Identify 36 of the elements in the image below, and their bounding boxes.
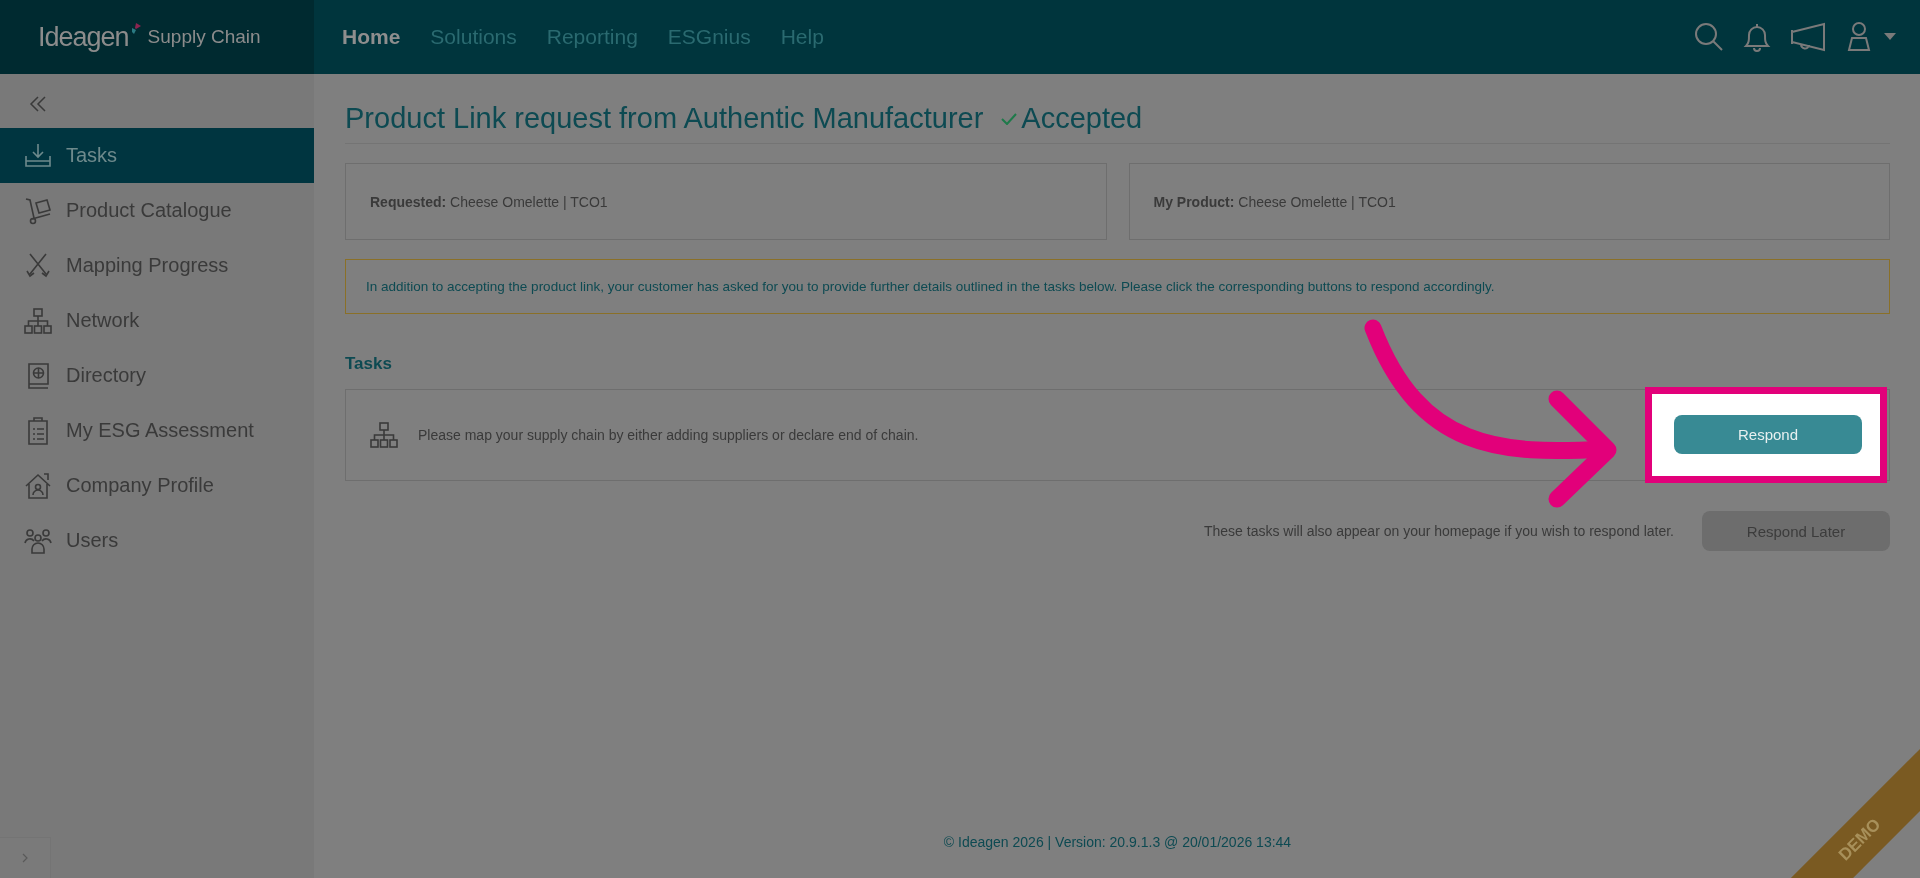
network-icon <box>370 421 398 449</box>
sidebar-item[interactable]: Directory <box>0 348 314 403</box>
trolley-icon <box>24 196 52 225</box>
house-icon <box>24 471 52 500</box>
sidebar-item[interactable]: Users <box>0 513 314 568</box>
collapse-icon[interactable] <box>28 96 48 112</box>
later-note: These tasks will also appear on your homepage if you wish to respond later. <box>1203 523 1674 539</box>
tray-icon <box>24 141 52 170</box>
logo[interactable]: Ideagen Supply Chain <box>0 0 314 74</box>
bell-icon[interactable] <box>1742 22 1772 52</box>
check-icon <box>1001 112 1018 125</box>
sidebar-item[interactable]: Mapping Progress <box>0 238 314 293</box>
sidebar-item[interactable]: Company Profile <box>0 458 314 513</box>
nav-link[interactable]: Home <box>342 25 401 49</box>
task-text: Please map your supply chain by either adding suppliers or declare end of chain. <box>418 427 919 443</box>
detail-text: My Product: Cheese Omelette | TCO1 <box>1153 193 1396 210</box>
sidebar-item[interactable]: Tasks <box>0 128 314 183</box>
sidebar-item[interactable]: My ESG Assessment <box>0 403 314 458</box>
tasks-heading: Tasks <box>345 354 393 374</box>
caret-icon[interactable] <box>1884 33 1896 41</box>
chevron-icon <box>21 852 29 864</box>
notice-text: In addition to accepting the product link, your customer has asked for you to provide further details outlined in the tasks below. Please click the corresponding buttons to respond accordingly. <box>366 279 1495 294</box>
respond-button[interactable]: Respond <box>1674 415 1862 454</box>
logo-product: Supply Chain <box>147 26 261 48</box>
page-title: Product Link request from Authentic Manufacturer <box>345 102 984 135</box>
status-text: Accepted <box>1021 102 1143 135</box>
logo-brand: Ideagen <box>38 21 129 53</box>
users-icon <box>24 526 52 555</box>
network-icon <box>24 306 52 335</box>
sidebar-item[interactable]: Product Catalogue <box>0 183 314 238</box>
detail-text: Requested: Cheese Omelette | TCO1 <box>370 193 608 210</box>
megaphone-icon[interactable] <box>1790 22 1826 52</box>
sidebar-item[interactable]: Network <box>0 293 314 348</box>
logo-mark-icon <box>129 23 142 35</box>
search-icon[interactable] <box>1694 22 1724 52</box>
arrows-icon <box>24 251 52 280</box>
